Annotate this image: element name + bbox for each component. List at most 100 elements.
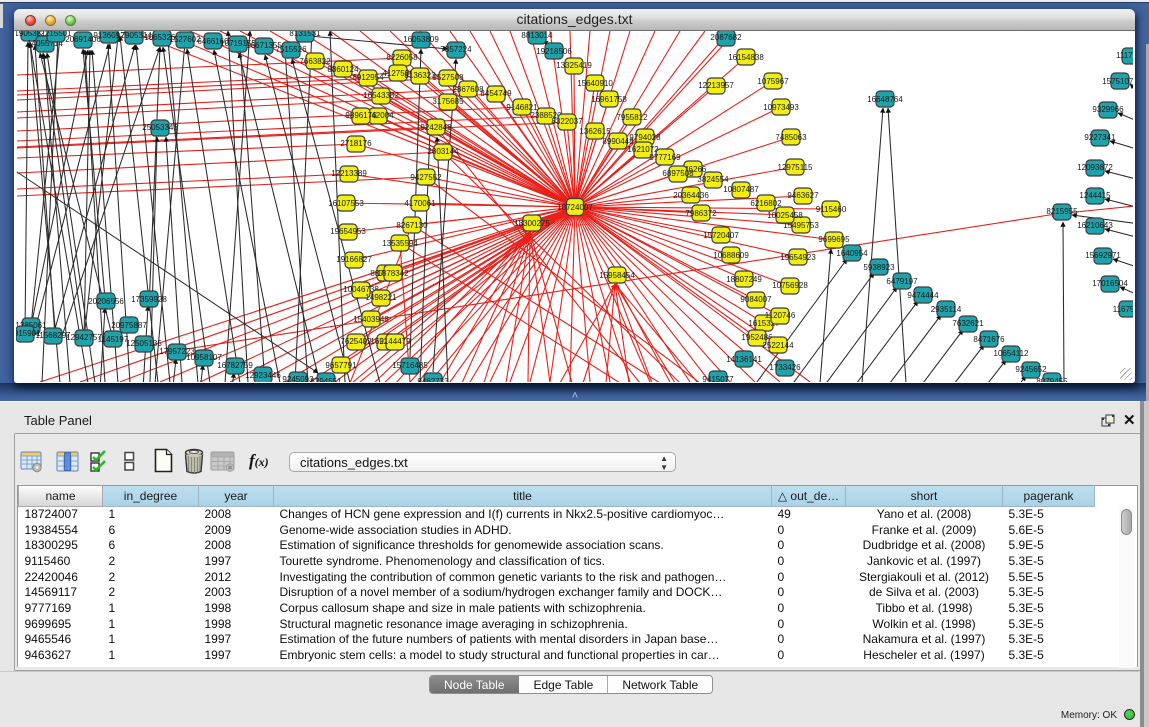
- svg-text:20975887: 20975887: [111, 321, 147, 330]
- svg-text:15716485: 15716485: [392, 361, 428, 370]
- svg-text:15640910: 15640910: [577, 79, 613, 88]
- svg-text:2803144: 2803144: [427, 147, 459, 156]
- svg-text:19654923: 19654923: [780, 253, 816, 262]
- svg-text:8813014: 8813014: [521, 31, 553, 40]
- svg-text:9415077: 9415077: [702, 375, 734, 382]
- svg-text:8131531: 8131531: [289, 31, 321, 38]
- svg-text:7485063: 7485063: [775, 133, 807, 142]
- svg-text:2367608: 2367608: [452, 85, 484, 94]
- svg-text:1075967: 1075967: [757, 77, 789, 86]
- svg-text:2935114: 2935114: [931, 305, 962, 314]
- svg-text:9242848: 9242848: [420, 123, 452, 132]
- svg-text:1527602: 1527602: [169, 35, 201, 44]
- svg-text:9227341: 9227341: [1084, 133, 1116, 142]
- svg-text:5938923: 5938923: [863, 263, 895, 272]
- svg-text:12975115: 12975115: [778, 163, 814, 172]
- svg-text:13535594: 13535594: [382, 239, 418, 248]
- svg-text:10654112: 10654112: [994, 349, 1030, 358]
- svg-text:13325419: 13325419: [556, 61, 592, 70]
- svg-text:1878342: 1878342: [377, 269, 409, 278]
- svg-text:18300275: 18300275: [514, 219, 550, 228]
- svg-text:1640954: 1640954: [836, 249, 868, 258]
- svg-text:12505135: 12505135: [126, 339, 162, 348]
- svg-text:25053346: 25053346: [142, 123, 178, 132]
- svg-text:12093872: 12093872: [1077, 163, 1113, 172]
- svg-text:9474444: 9474444: [907, 291, 939, 300]
- svg-text:8136323: 8136323: [404, 71, 436, 80]
- svg-text:15958454: 15958454: [599, 271, 635, 280]
- svg-text:8267130: 8267130: [396, 221, 428, 230]
- svg-text:2718176: 2718176: [340, 139, 372, 148]
- svg-text:18807249: 18807249: [726, 275, 762, 284]
- svg-text:1498221: 1498221: [365, 293, 397, 302]
- svg-text:12923446: 12923446: [245, 371, 281, 380]
- svg-text:9657791: 9657791: [325, 361, 357, 370]
- svg-text:2522144: 2522144: [762, 341, 794, 350]
- svg-text:7955812: 7955812: [616, 113, 648, 122]
- svg-text:9245652: 9245652: [1015, 365, 1047, 374]
- svg-text:6216802: 6216802: [750, 199, 782, 208]
- svg-text:9084007: 9084007: [740, 295, 772, 304]
- svg-text:9329966: 9329966: [1092, 105, 1124, 114]
- svg-text:10756928: 10756928: [772, 281, 808, 290]
- svg-text:7515526: 7515526: [275, 45, 307, 54]
- svg-text:20364436: 20364436: [673, 191, 709, 200]
- svg-text:9794028: 9794028: [629, 133, 661, 142]
- svg-text:8912954: 8912954: [352, 73, 384, 82]
- svg-text:6479197: 6479197: [886, 277, 918, 286]
- svg-text:2144479: 2144479: [379, 337, 411, 346]
- svg-text:1362615: 1362615: [579, 127, 611, 136]
- svg-text:10688609: 10688609: [713, 251, 749, 260]
- svg-text:9245093: 9245093: [282, 375, 314, 382]
- svg-text:1145197: 1145197: [98, 335, 129, 344]
- svg-text:9896176: 9896176: [345, 111, 377, 120]
- svg-text:9115460: 9115460: [816, 205, 847, 214]
- svg-text:16648764: 16648764: [867, 95, 903, 104]
- svg-text:16543382: 16543382: [363, 91, 399, 100]
- svg-text:7632621: 7632621: [952, 319, 984, 328]
- svg-text:16961758: 16961758: [591, 95, 627, 104]
- svg-text:8294551: 8294551: [310, 377, 342, 382]
- svg-text:14136141: 14136141: [726, 355, 762, 364]
- svg-text:1244415: 1244415: [1079, 191, 1111, 200]
- svg-text:18724007: 18724007: [557, 203, 593, 212]
- svg-text:8215955: 8215955: [1046, 207, 1078, 216]
- svg-text:1167534: 1167534: [1113, 305, 1133, 314]
- svg-text:16053809: 16053809: [403, 35, 439, 44]
- svg-text:19166827: 19166827: [336, 255, 372, 264]
- svg-text:9777169: 9777169: [649, 153, 681, 162]
- svg-text:9463627: 9463627: [787, 191, 819, 200]
- svg-text:7986372: 7986372: [685, 209, 717, 218]
- svg-text:19218506: 19218506: [536, 47, 572, 56]
- svg-text:7357224: 7357224: [440, 45, 472, 54]
- svg-text:10025458: 10025458: [767, 211, 803, 220]
- svg-text:19654953: 19654953: [330, 227, 366, 236]
- svg-text:6897508: 6897508: [662, 169, 694, 178]
- svg-text:1117704: 1117704: [1116, 51, 1133, 60]
- svg-text:9699695: 9699695: [818, 235, 850, 244]
- svg-text:16782759: 16782759: [217, 361, 253, 370]
- svg-text:3175685: 3175685: [432, 97, 464, 106]
- svg-text:20206556: 20206556: [88, 297, 124, 306]
- svg-text:15692971: 15692971: [1085, 251, 1121, 260]
- svg-text:16210643: 16210643: [1077, 221, 1113, 230]
- svg-text:8322037: 8322037: [551, 117, 583, 126]
- svg-text:16154838: 16154838: [728, 53, 764, 62]
- svg-text:7625402: 7625402: [340, 337, 372, 346]
- svg-text:7663822: 7663822: [299, 57, 331, 66]
- svg-text:9427552: 9427552: [410, 173, 442, 182]
- svg-text:8079455: 8079455: [1036, 377, 1068, 382]
- svg-text:10807487: 10807487: [723, 185, 759, 194]
- svg-text:15720407: 15720407: [703, 231, 739, 240]
- svg-text:12213389: 12213389: [331, 169, 367, 178]
- svg-text:15751074: 15751074: [1102, 77, 1133, 86]
- svg-text:2087682: 2087682: [710, 33, 742, 42]
- svg-text:9527508: 9527508: [432, 73, 464, 82]
- svg-text:1733426: 1733426: [769, 363, 801, 372]
- svg-text:8454749: 8454749: [480, 89, 512, 98]
- svg-text:15403948: 15403948: [353, 315, 389, 324]
- svg-text:12213957: 12213957: [698, 81, 734, 90]
- svg-text:4170061: 4170061: [404, 199, 436, 208]
- svg-text:8226058: 8226058: [386, 53, 418, 62]
- svg-text:10973493: 10973493: [763, 103, 799, 112]
